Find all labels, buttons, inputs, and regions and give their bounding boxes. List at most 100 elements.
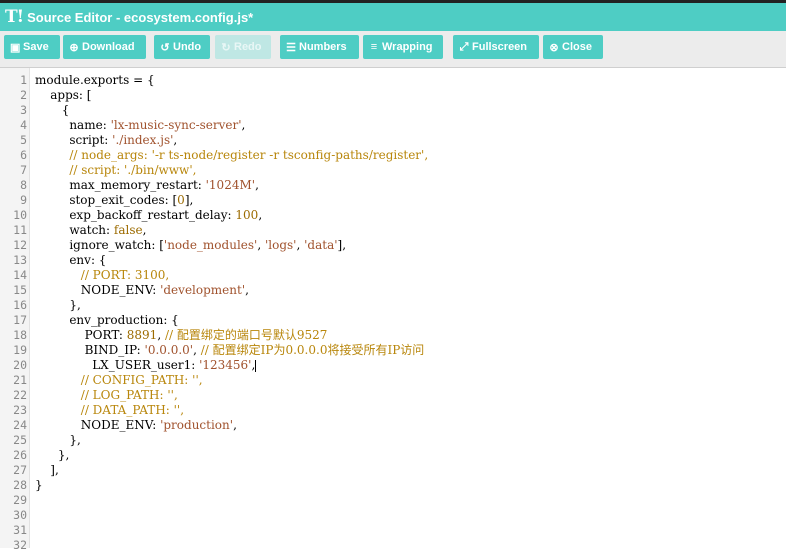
line-number: 32	[13, 538, 27, 552]
code-line: 27 ],	[0, 463, 786, 478]
line-number: 5	[20, 133, 27, 147]
line-number: 10	[13, 208, 27, 222]
code-text: // PORT: 3100,	[80, 268, 170, 282]
code-line: 4 name: 'lx-music-sync-server',	[0, 118, 786, 133]
code-line: 29	[0, 493, 786, 508]
app-logo: T!	[5, 7, 24, 27]
code-text: ],	[35, 463, 59, 477]
download-button[interactable]: ⊕ Download	[63, 35, 146, 59]
code-text: module.exports = {	[35, 73, 155, 87]
line-number: 27	[13, 463, 27, 477]
redo-icon: ↻	[221, 41, 231, 54]
code-line: 2 apps: [	[0, 88, 786, 103]
code-text: // LOG_PATH: '',	[80, 388, 178, 402]
code-text: stop_exit_codes: [0],	[35, 193, 194, 207]
expand-icon: ⤢	[459, 40, 469, 53]
line-number: 31	[13, 523, 27, 537]
line-number: 8	[20, 178, 27, 192]
close-button[interactable]: ⊗ Close	[543, 35, 603, 59]
redo-button-label: Redo	[234, 41, 262, 53]
code-text: max_memory_restart: '1024M',	[35, 178, 259, 192]
code-text: NODE_ENV: 'development',	[35, 283, 249, 297]
title-bar: T! Source Editor - ecosystem.config.js*	[0, 3, 786, 31]
close-button-label: Close	[562, 41, 592, 53]
code-line: 11 watch: false,	[0, 223, 786, 238]
line-number: 22	[13, 388, 27, 402]
code-text: },	[35, 298, 81, 312]
code-line: 23 // DATA_PATH: '',	[0, 403, 786, 418]
fullscreen-button-label: Fullscreen	[472, 41, 528, 53]
code-line: 14 // PORT: 3100,	[0, 268, 786, 283]
redo-button[interactable]: ↻ Redo	[215, 35, 271, 59]
code-line: 32	[0, 538, 786, 553]
line-number: 4	[20, 118, 27, 132]
code-text: // CONFIG_PATH: '',	[80, 373, 203, 387]
line-number: 15	[13, 283, 27, 297]
code-text: apps: [	[35, 88, 92, 102]
code-line: 24 NODE_ENV: 'production',	[0, 418, 786, 433]
code-text: env_production: {	[35, 313, 179, 327]
line-number: 7	[20, 163, 27, 177]
line-number: 25	[13, 433, 27, 447]
undo-icon: ↺	[160, 41, 170, 54]
code-text: // script: './bin/www',	[69, 163, 197, 177]
code-text: exp_backoff_restart_delay: 100,	[35, 208, 263, 222]
line-number: 26	[13, 448, 27, 462]
window-title: Source Editor - ecosystem.config.js*	[27, 9, 254, 25]
undo-button[interactable]: ↺ Undo	[154, 35, 210, 59]
code-line: 13 env: {	[0, 253, 786, 268]
close-icon: ⊗	[549, 41, 559, 54]
line-number: 13	[13, 253, 27, 267]
wrapping-button[interactable]: ≡ Wrapping	[363, 35, 443, 59]
line-number: 16	[13, 298, 27, 312]
code-line: 12 ignore_watch: ['node_modules', 'logs'…	[0, 238, 786, 253]
code-text: env: {	[35, 253, 107, 267]
list-numbers-icon: ☰	[286, 41, 296, 54]
line-number: 24	[13, 418, 27, 432]
save-button-label: Save	[23, 41, 49, 53]
code-line: 8 max_memory_restart: '1024M',	[0, 178, 786, 193]
wrap-icon: ≡	[370, 41, 378, 53]
code-line: 9 stop_exit_codes: [0],	[0, 193, 786, 208]
code-line: 17 env_production: {	[0, 313, 786, 328]
line-number: 18	[13, 328, 27, 342]
code-line: 10 exp_backoff_restart_delay: 100,	[0, 208, 786, 223]
code-text: LX_USER_user1: '123456',	[35, 358, 257, 372]
code-line: 21 // CONFIG_PATH: '',	[0, 373, 786, 388]
code-text: // node_args: '-r ts-node/register -r ts…	[69, 148, 429, 162]
line-number: 1	[20, 73, 27, 87]
numbers-button-label: Numbers	[299, 41, 347, 53]
line-number: 23	[13, 403, 27, 417]
line-number: 29	[13, 493, 27, 507]
code-editor[interactable]: 1 module.exports = {2 apps: [3 {4 name: '…	[0, 68, 786, 552]
numbers-button[interactable]: ☰ Numbers	[280, 35, 359, 59]
code-line: 6 // node_args: '-r ts-node/register -r …	[0, 148, 786, 163]
save-icon: ▣	[10, 41, 21, 54]
fullscreen-button[interactable]: ⤢ Fullscreen	[453, 35, 539, 59]
code-line: 16 },	[0, 298, 786, 313]
line-number: 11	[13, 223, 27, 237]
code-text: BIND_IP: '0.0.0.0', // 配置绑定IP为0.0.0.0将接受…	[35, 343, 425, 357]
download-button-label: Download	[82, 41, 135, 53]
line-number: 3	[20, 103, 27, 117]
code-text: ignore_watch: ['node_modules', 'logs', '…	[35, 238, 347, 252]
code-text: watch: false,	[35, 223, 147, 237]
line-number: 28	[13, 478, 27, 492]
code-line: 7 // script: './bin/www',	[0, 163, 786, 178]
code-text: // DATA_PATH: '',	[80, 403, 185, 417]
code-line: 30	[0, 508, 786, 523]
line-number: 21	[13, 373, 27, 387]
code-line: 1 module.exports = {	[0, 73, 786, 88]
code-text: PORT: 8891, // 配置绑定的端口号默认9527	[35, 328, 328, 342]
code-text: script: './index.js',	[35, 133, 178, 147]
undo-button-label: Undo	[173, 41, 202, 53]
code-line: 19 BIND_IP: '0.0.0.0', // 配置绑定IP为0.0.0.0…	[0, 343, 786, 358]
line-number: 12	[13, 238, 27, 252]
code-text: },	[35, 448, 70, 462]
save-button[interactable]: ▣ Save	[4, 35, 60, 59]
code-text: }	[35, 478, 43, 492]
code-line: 15 NODE_ENV: 'development',	[0, 283, 786, 298]
code-line: 3 {	[0, 103, 786, 118]
line-number: 9	[20, 193, 27, 207]
line-number: 17	[13, 313, 27, 327]
